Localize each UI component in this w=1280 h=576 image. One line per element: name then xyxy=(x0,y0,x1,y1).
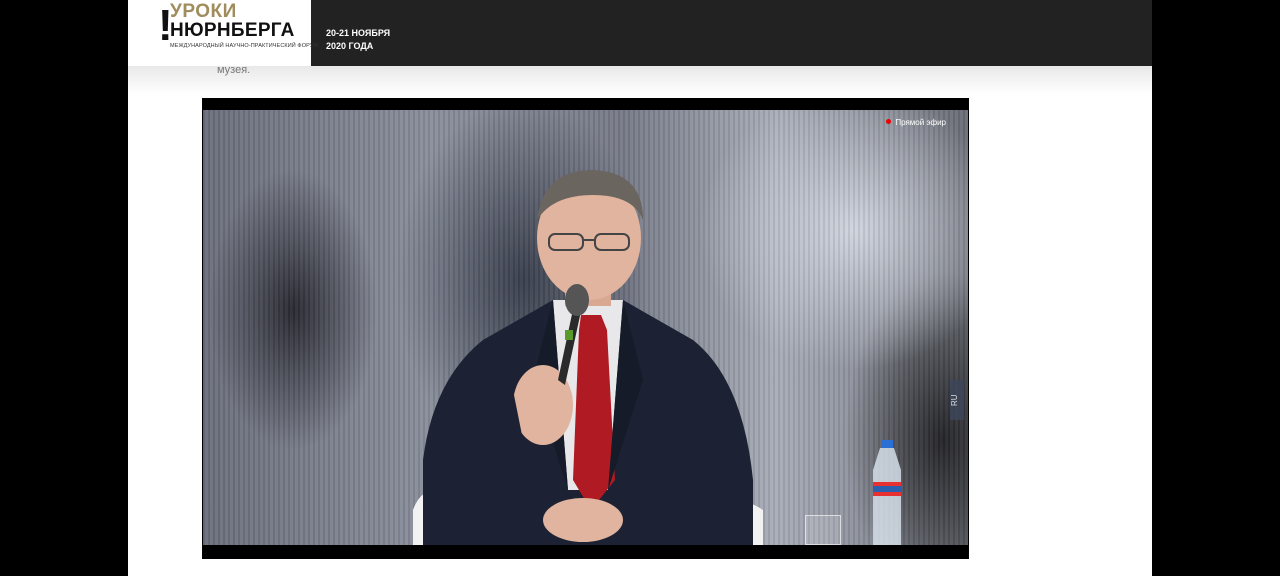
speaker-figure xyxy=(413,170,763,545)
event-date-line1: 20-21 НОЯБРЯ xyxy=(326,28,391,38)
language-tab[interactable]: RU xyxy=(950,380,964,420)
water-glass xyxy=(805,515,841,545)
site-logo[interactable]: ! УРОКИ НЮРНБЕРГА МЕЖДУНАРОДНЫЙ НАУЧНО-П… xyxy=(128,0,318,66)
video-player[interactable]: Прямой эфир RU xyxy=(202,98,969,559)
site-header: ! УРОКИ НЮРНБЕРГА МЕЖДУНАРОДНЫЙ НАУЧНО-П… xyxy=(128,0,1152,66)
logo-subtitle: МЕЖДУНАРОДНЫЙ НАУЧНО-ПРАКТИЧЕСКИЙ ФОРУМ xyxy=(170,43,319,49)
event-date-line2: 2020 ГОДА xyxy=(326,41,374,51)
header-shadow xyxy=(128,66,1152,94)
live-dot-icon xyxy=(886,119,892,124)
water-bottle xyxy=(873,440,901,545)
live-label: Прямой эфир xyxy=(895,118,946,127)
logo-title-line2: НЮРНБЕРГА xyxy=(170,20,295,41)
video-frame[interactable]: Прямой эфир RU xyxy=(203,110,968,545)
page: музея. ! УРОКИ НЮРНБЕРГА МЕЖДУНАРОДНЫЙ Н… xyxy=(128,0,1152,576)
logo-title-line1: УРОКИ xyxy=(170,1,237,22)
event-date: 20-21 НОЯБРЯ 2020 ГОДА xyxy=(326,27,390,53)
live-indicator: Прямой эфир xyxy=(886,118,946,127)
